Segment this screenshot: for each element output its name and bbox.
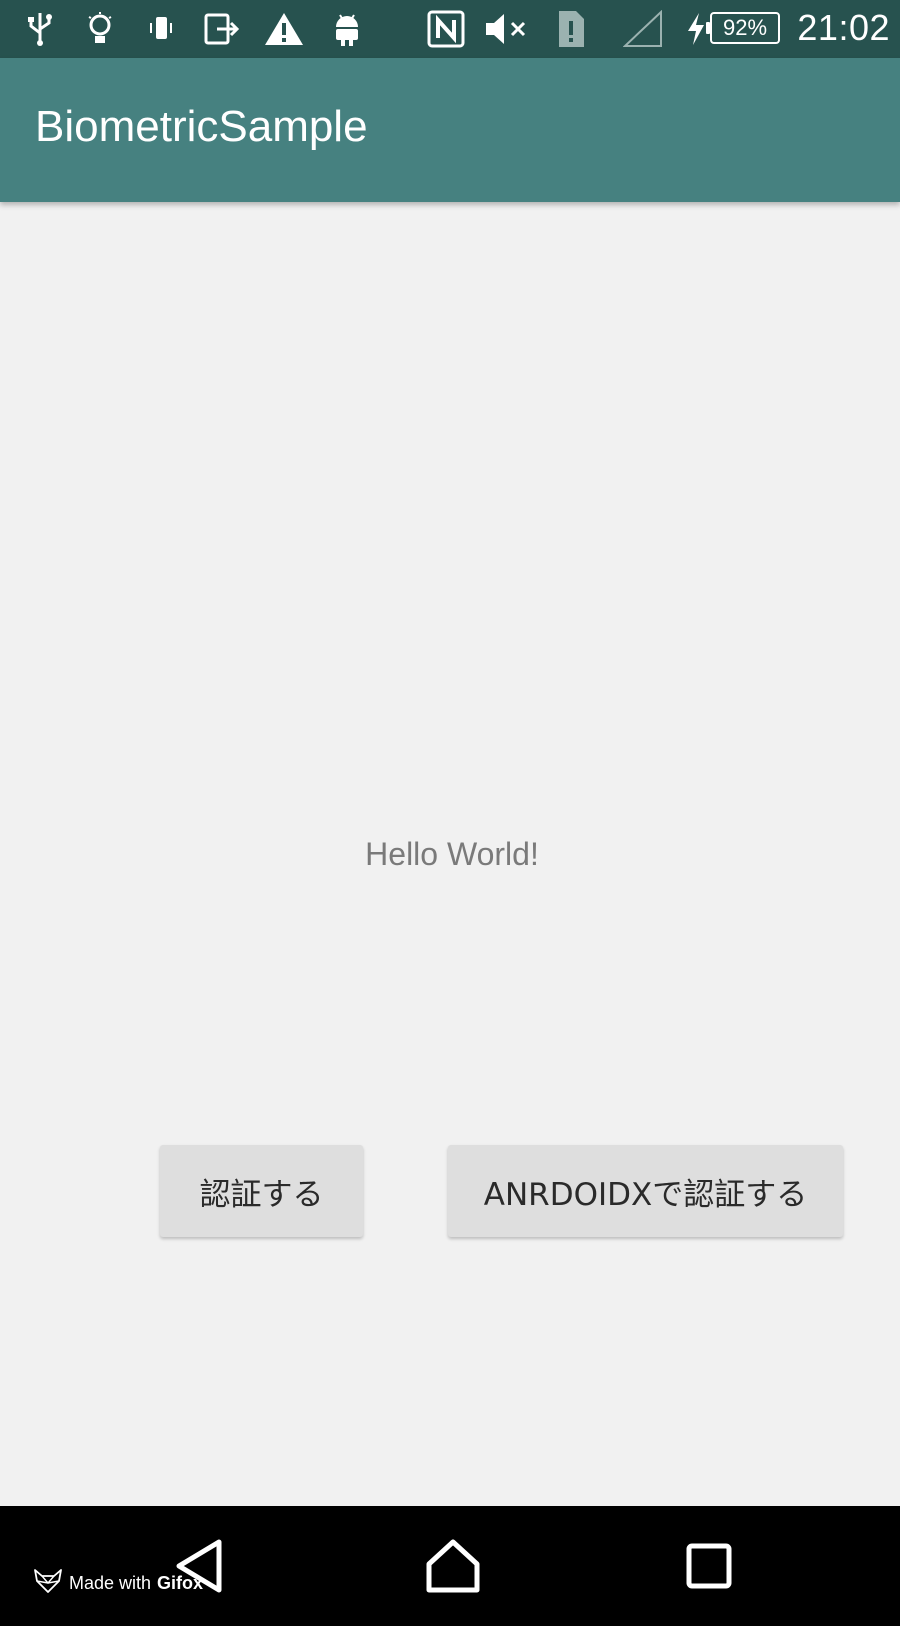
app-bar: BiometricSample	[0, 58, 900, 202]
nfc-icon	[426, 8, 466, 50]
navigation-bar	[0, 1506, 900, 1626]
warning-icon	[262, 8, 306, 50]
screen-mirroring-icon	[202, 8, 242, 50]
authenticate-button[interactable]: 認証する	[160, 1145, 363, 1237]
status-clock: 21:02	[797, 7, 890, 48]
watermark-brand: Gifox	[157, 1573, 204, 1593]
recents-icon	[686, 1543, 732, 1593]
phone-vibrate-icon	[146, 8, 176, 50]
battery-indicator: 92%	[706, 12, 780, 44]
status-bar: 92% 21:02	[0, 0, 900, 58]
hello-world-text: Hello World!	[365, 836, 539, 872]
home-icon	[425, 1538, 481, 1598]
app-title: BiometricSample	[35, 102, 368, 151]
phone-screen: 92% 21:02 BiometricSample Hello World! 認…	[0, 0, 900, 1626]
sim-alert-icon	[554, 8, 588, 50]
android-icon	[330, 8, 364, 50]
authenticate-androidx-button[interactable]: ANRDOIDXで認証する	[448, 1145, 843, 1237]
signal-icon	[622, 8, 664, 50]
volume-muted-icon	[482, 8, 532, 50]
watermark-prefix: Made with	[69, 1573, 152, 1593]
lightbulb-icon	[84, 8, 116, 50]
charging-bolt-icon	[684, 8, 708, 50]
gifox-fox-icon	[33, 1568, 63, 1599]
gifox-watermark: Made with Gifox	[33, 1568, 203, 1599]
usb-icon	[24, 8, 56, 50]
recents-button[interactable]	[664, 1528, 754, 1608]
home-button[interactable]	[408, 1528, 498, 1608]
